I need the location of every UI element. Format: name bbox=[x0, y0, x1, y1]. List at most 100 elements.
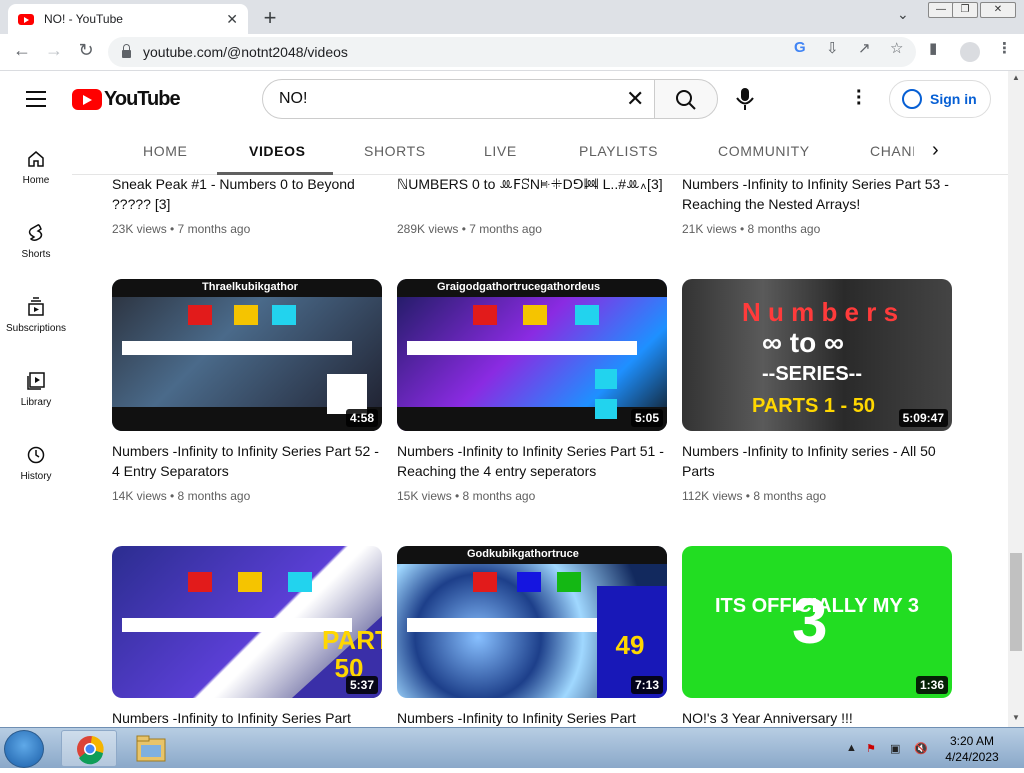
video-meta: 112K views • 8 months ago bbox=[682, 489, 827, 503]
chrome-menu-icon[interactable]: ⋮ bbox=[997, 39, 1012, 57]
youtube-header: YouTube NO! ✕ · · · Sign in bbox=[0, 71, 1008, 127]
restore-button[interactable]: ❐ bbox=[952, 2, 978, 18]
video-title[interactable]: Sneak Peak #1 - Numbers 0 to Beyond ????… bbox=[112, 175, 380, 214]
show-hidden-icons-icon[interactable]: ▲ bbox=[846, 742, 857, 754]
video-duration: 1:36 bbox=[915, 676, 948, 694]
bookmark-star-icon[interactable]: ☆ bbox=[890, 39, 903, 57]
reload-icon[interactable]: ↻ bbox=[74, 40, 98, 61]
tab-playlists[interactable]: PLAYLISTS bbox=[579, 143, 658, 159]
channel-tabs: HOME VIDEOS SHORTS LIVE PLAYLISTS COMMUN… bbox=[72, 127, 1008, 175]
guide-item-subscriptions[interactable]: Subscriptions bbox=[0, 297, 72, 334]
video-title[interactable]: Numbers -Infinity to Infinity Series Par… bbox=[682, 175, 950, 214]
windows-taskbar: ▲ ⚑ ▣ 🔇 3:20 AM 4/24/2023 bbox=[0, 727, 1024, 768]
back-arrow-icon[interactable]: ← bbox=[10, 40, 34, 61]
video-title[interactable]: Numbers -Infinity to Infinity Series Par… bbox=[112, 708, 380, 727]
guide-item-library[interactable]: Library bbox=[0, 371, 72, 408]
window-close-button[interactable]: ✕ bbox=[980, 2, 1016, 18]
subscriptions-icon bbox=[28, 297, 44, 316]
account-circle-icon bbox=[902, 89, 922, 109]
sign-in-label: Sign in bbox=[930, 91, 977, 107]
microphone-icon[interactable] bbox=[734, 87, 756, 116]
youtube-logo[interactable]: YouTube bbox=[72, 88, 181, 111]
thumbnail-caption: PART 50 bbox=[322, 625, 382, 683]
scrollbar-thumb[interactable] bbox=[1010, 553, 1022, 651]
video-thumbnail[interactable]: PART 50 5:37 bbox=[112, 546, 382, 698]
profile-avatar-icon[interactable] bbox=[960, 42, 980, 62]
scroll-down-icon[interactable]: ▼ bbox=[1012, 713, 1020, 722]
thumbnail-caption: PARTS 1 - 50 bbox=[752, 395, 875, 417]
video-meta: 21K views • 8 months ago bbox=[682, 222, 821, 236]
tab-shorts[interactable]: SHORTS bbox=[364, 143, 426, 159]
menu-hamburger-icon[interactable] bbox=[26, 91, 46, 107]
video-thumbnail[interactable]: Godkubikgathortruce 49 7:13 bbox=[397, 546, 667, 698]
thumbnail-caption: Graigodgathortrucegathordeus bbox=[437, 281, 601, 293]
guide-item-label: Shorts bbox=[21, 249, 51, 260]
videos-grid: Sneak Peak #1 - Numbers 0 to Beyond ????… bbox=[72, 175, 1008, 727]
page-scrollbar[interactable]: ▲ ▼ bbox=[1008, 71, 1024, 727]
browser-tab-title: NO! - YouTube bbox=[44, 12, 123, 26]
guide-item-label: Home bbox=[22, 175, 50, 186]
taskbar-chrome-button[interactable] bbox=[61, 730, 117, 767]
video-meta: 14K views • 8 months ago bbox=[112, 489, 251, 503]
youtube-play-icon bbox=[72, 89, 102, 110]
side-panel-icon[interactable]: ▮ bbox=[929, 39, 937, 57]
guide-sidebar: Home Shorts Subscriptions Library Histor… bbox=[0, 127, 72, 727]
video-thumbnail[interactable]: Thraelkubikgathor 4:58 bbox=[112, 279, 382, 431]
sign-in-button[interactable]: Sign in bbox=[889, 80, 991, 118]
taskbar-clock[interactable]: 3:20 AM 4/24/2023 bbox=[940, 733, 1004, 765]
minimize-button[interactable]: — bbox=[928, 2, 954, 18]
video-title[interactable]: Numbers -Infinity to Infinity Series Par… bbox=[112, 441, 380, 481]
chrome-icon bbox=[77, 736, 104, 765]
search-input[interactable]: NO! bbox=[262, 79, 655, 119]
history-icon bbox=[27, 446, 45, 464]
tab-videos[interactable]: VIDEOS bbox=[249, 143, 306, 159]
guide-item-label: Library bbox=[20, 397, 52, 408]
guide-item-history[interactable]: History bbox=[0, 445, 72, 482]
video-thumbnail[interactable]: N u m b e r s ∞ to ∞ --SERIES-- PARTS 1 … bbox=[682, 279, 952, 431]
google-icon[interactable]: G bbox=[794, 39, 806, 56]
thumbnail-caption: Thraelkubikgathor bbox=[202, 281, 298, 293]
tab-channels[interactable]: CHANI bbox=[870, 143, 914, 159]
clear-search-icon[interactable]: ✕ bbox=[626, 86, 644, 112]
taskbar-explorer-button[interactable] bbox=[122, 730, 178, 767]
folder-icon bbox=[136, 735, 166, 762]
video-duration: 5:09:47 bbox=[898, 409, 948, 427]
install-app-icon[interactable]: ⇩ bbox=[826, 39, 839, 57]
youtube-favicon-icon bbox=[18, 13, 34, 25]
network-icon[interactable]: ▣ bbox=[890, 742, 900, 755]
volume-muted-icon[interactable]: 🔇 bbox=[914, 742, 928, 755]
video-thumbnail[interactable]: Graigodgathortrucegathordeus 5:05 bbox=[397, 279, 667, 431]
browser-tab[interactable]: NO! - YouTube ✕ bbox=[8, 4, 248, 34]
new-tab-button[interactable]: + bbox=[258, 5, 282, 31]
chevron-right-icon[interactable]: › bbox=[932, 139, 939, 162]
lock-icon bbox=[122, 44, 131, 58]
video-title[interactable]: NO!'s 3 Year Anniversary !!! bbox=[682, 708, 950, 727]
tab-live[interactable]: LIVE bbox=[484, 143, 517, 159]
tab-community[interactable]: COMMUNITY bbox=[718, 143, 810, 159]
settings-more-icon[interactable]: · · · bbox=[856, 82, 864, 114]
video-meta: 15K views • 8 months ago bbox=[397, 489, 536, 503]
scroll-up-icon[interactable]: ▲ bbox=[1012, 73, 1020, 82]
url-text: youtube.com/@notnt2048/videos bbox=[143, 44, 348, 60]
video-title[interactable]: ℕUMBERS 0 to ꔛꓝꕶNꔜꔰDꓨꔞ L..#ꔛ꘍[3] bbox=[397, 175, 665, 194]
forward-arrow-icon[interactable]: → bbox=[42, 40, 66, 61]
search-button[interactable] bbox=[654, 79, 718, 119]
guide-item-shorts[interactable]: Shorts bbox=[0, 223, 72, 260]
tab-search-chevron-icon[interactable]: ⌄ bbox=[897, 6, 909, 23]
windows-start-button[interactable] bbox=[4, 730, 44, 768]
video-duration: 5:05 bbox=[630, 409, 663, 427]
guide-item-home[interactable]: Home bbox=[0, 149, 72, 186]
close-tab-icon[interactable]: ✕ bbox=[226, 11, 238, 28]
video-thumbnail[interactable]: ITS OFFICIALLY MY 3 YEARS ANNIVERSARY 3 … bbox=[682, 546, 952, 698]
clock-time: 3:20 AM bbox=[949, 734, 995, 748]
action-center-flag-icon[interactable]: ⚑ bbox=[866, 742, 876, 755]
video-title[interactable]: Numbers -Infinity to Infinity series - A… bbox=[682, 441, 950, 481]
guide-item-label: Subscriptions bbox=[5, 323, 67, 334]
share-icon[interactable]: ↗ bbox=[858, 39, 871, 57]
shorts-icon bbox=[28, 224, 43, 242]
tab-home[interactable]: HOME bbox=[143, 143, 187, 159]
clock-date: 4/24/2023 bbox=[945, 750, 999, 764]
video-title[interactable]: Numbers -Infinity to Infinity Series Par… bbox=[397, 708, 665, 727]
browser-tab-strip: NO! - YouTube ✕ + ⌄ — ❐ ✕ bbox=[0, 0, 1024, 34]
video-title[interactable]: Numbers -Infinity to Infinity Series Par… bbox=[397, 441, 665, 481]
